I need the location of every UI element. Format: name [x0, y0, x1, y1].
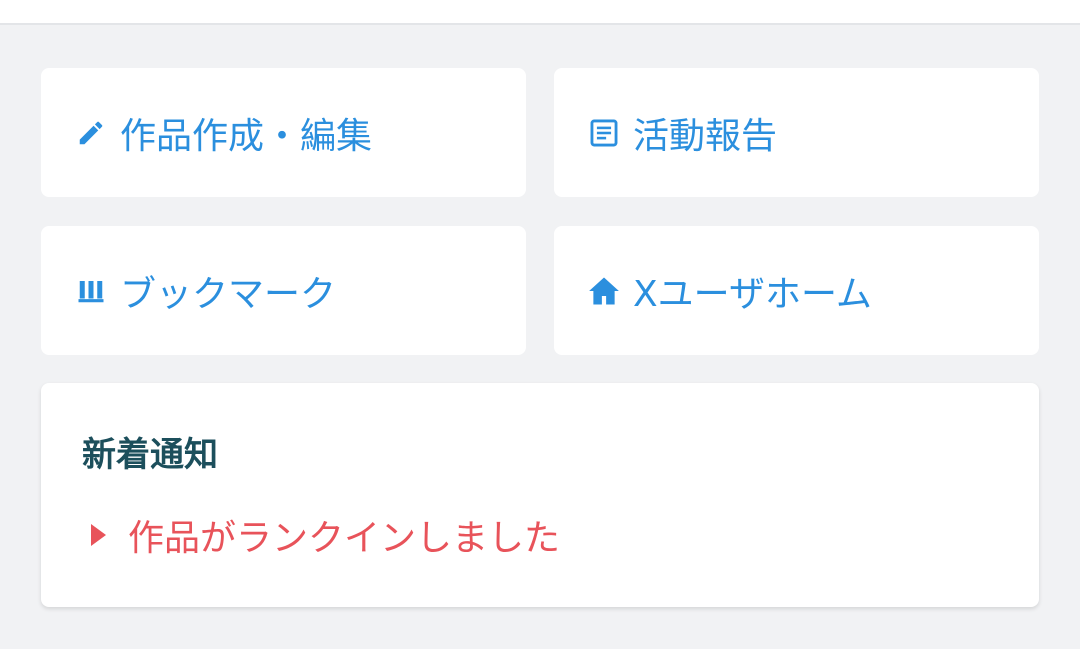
x-user-home-button[interactable]: Xユーザホーム: [554, 226, 1039, 355]
create-edit-work-button[interactable]: 作品作成・編集: [41, 68, 526, 197]
pencil-icon: [74, 116, 108, 150]
activity-report-label: 活動報告: [633, 115, 778, 157]
bookmark-button[interactable]: ブックマーク: [41, 226, 526, 355]
home-icon: [587, 274, 621, 308]
triangle-right-icon: [91, 524, 106, 546]
document-icon: [587, 116, 621, 150]
bookmark-shelf-icon: [74, 274, 108, 308]
x-user-home-label: Xユーザホーム: [633, 273, 872, 315]
notifications-title: 新着通知: [82, 435, 218, 475]
create-edit-work-label: 作品作成・編集: [120, 115, 373, 157]
bookmark-label: ブックマーク: [120, 273, 337, 315]
top-bar: [0, 0, 1080, 25]
notification-item-ranked-in[interactable]: 作品がランクインしました: [91, 509, 560, 561]
activity-report-button[interactable]: 活動報告: [554, 68, 1039, 197]
notification-item-text: 作品がランクインしました: [128, 518, 561, 559]
notifications-panel: 新着通知 作品がランクインしました: [41, 383, 1039, 607]
